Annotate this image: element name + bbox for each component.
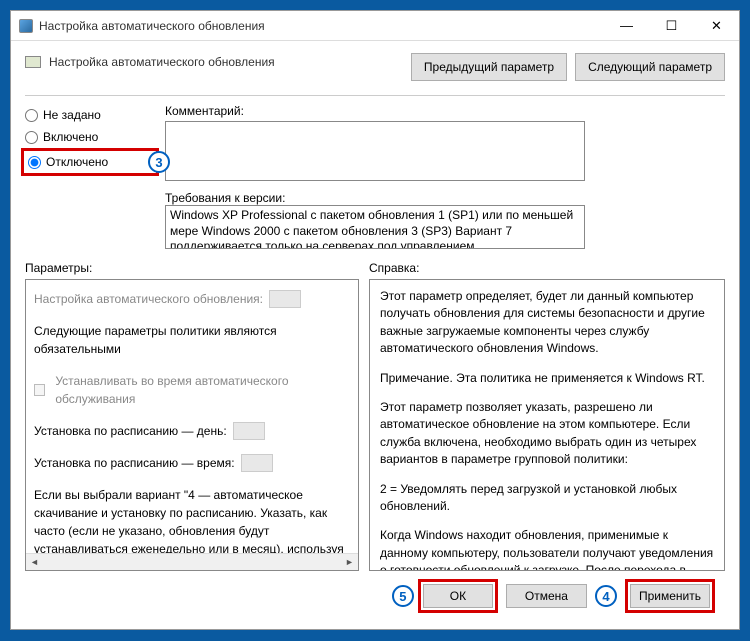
params-panel: Настройка автоматического обновления: Сл… bbox=[25, 279, 359, 571]
comment-label: Комментарий: bbox=[165, 104, 725, 118]
help-text: Этот параметр определяет, будет ли данны… bbox=[370, 280, 724, 571]
radio-not-configured-input[interactable] bbox=[25, 109, 38, 122]
policy-title: Настройка автоматического обновления bbox=[49, 53, 403, 69]
cancel-button[interactable]: Отмена bbox=[506, 584, 587, 608]
callout-3: 3 bbox=[148, 151, 170, 173]
params-note: Следующие параметры политики являются об… bbox=[34, 322, 350, 358]
radio-disabled-input[interactable] bbox=[28, 156, 41, 169]
divider bbox=[25, 95, 725, 96]
minimize-button[interactable]: — bbox=[604, 11, 649, 41]
footer: 5 ОК Отмена 4 Применить bbox=[25, 571, 725, 621]
params-inner: Настройка автоматического обновления: Сл… bbox=[26, 280, 358, 570]
params-h-scrollbar[interactable]: ◄ ► bbox=[26, 553, 358, 570]
main-panels: Настройка автоматического обновления: Сл… bbox=[25, 279, 725, 571]
version-text: Windows XP Professional с пакетом обновл… bbox=[170, 208, 573, 249]
prev-param-button[interactable]: Предыдущий параметр bbox=[411, 53, 567, 81]
title-left: Настройка автоматического обновления bbox=[19, 19, 265, 33]
right-top: Комментарий: Требования к версии: Window… bbox=[165, 104, 725, 249]
install-during-checkbox[interactable] bbox=[34, 384, 45, 396]
params-label: Параметры: bbox=[25, 261, 369, 275]
highlight-disabled-radio: Отключено 3 bbox=[21, 148, 159, 176]
help-p5: Когда Windows находит обновления, примен… bbox=[380, 527, 714, 571]
close-button[interactable]: ✕ bbox=[694, 11, 739, 41]
nav-buttons: Предыдущий параметр Следующий параметр bbox=[411, 53, 725, 81]
state-radios: Не задано Включено Отключено 3 bbox=[25, 104, 155, 249]
radio-enabled-input[interactable] bbox=[25, 131, 38, 144]
highlight-ok: ОК bbox=[418, 579, 498, 613]
next-param-button[interactable]: Следующий параметр bbox=[575, 53, 725, 81]
radio-disabled-label: Отключено bbox=[46, 155, 108, 169]
highlight-apply: Применить bbox=[625, 579, 715, 613]
radio-enabled-label: Включено bbox=[43, 130, 98, 144]
radio-disabled[interactable]: Отключено bbox=[28, 155, 152, 169]
params-header: Настройка автоматического обновления: bbox=[34, 290, 350, 308]
help-p2: Примечание. Эта политика не применяется … bbox=[380, 370, 714, 387]
maximize-button[interactable]: ☐ bbox=[649, 11, 694, 41]
help-panel[interactable]: Этот параметр определяет, будет ли данны… bbox=[369, 279, 725, 571]
ok-button[interactable]: ОК bbox=[423, 584, 493, 608]
policy-icon bbox=[25, 56, 41, 68]
policy-editor-window: Настройка автоматического обновления — ☐… bbox=[10, 10, 740, 630]
version-box[interactable]: Windows XP Professional с пакетом обновл… bbox=[165, 205, 585, 249]
help-p1: Этот параметр определяет, будет ли данны… bbox=[380, 288, 714, 358]
help-label: Справка: bbox=[369, 261, 419, 275]
window-controls: — ☐ ✕ bbox=[604, 11, 739, 41]
top-section: Не задано Включено Отключено 3 Комментар… bbox=[25, 104, 725, 249]
radio-enabled[interactable]: Включено bbox=[25, 130, 155, 144]
scroll-right-icon[interactable]: ► bbox=[341, 554, 358, 571]
param-install-during: Устанавливать во время автоматического о… bbox=[34, 372, 350, 408]
callout-4: 4 bbox=[595, 585, 617, 607]
radio-not-configured-label: Не задано bbox=[43, 108, 101, 122]
version-label: Требования к версии: bbox=[165, 189, 285, 205]
apply-button[interactable]: Применить bbox=[630, 584, 710, 608]
titlebar: Настройка автоматического обновления — ☐… bbox=[11, 11, 739, 41]
callout-5: 5 bbox=[392, 585, 414, 607]
help-p4: 2 = Уведомлять перед загрузкой и установ… bbox=[380, 481, 714, 516]
window-title: Настройка автоматического обновления bbox=[39, 19, 265, 33]
schedule-day-dropdown[interactable] bbox=[233, 422, 265, 440]
scroll-left-icon[interactable]: ◄ bbox=[26, 554, 43, 571]
schedule-time-dropdown[interactable] bbox=[241, 454, 273, 472]
header-row: Настройка автоматического обновления Пре… bbox=[25, 53, 725, 81]
version-row: Требования к версии: bbox=[165, 189, 725, 205]
param-day: Установка по расписанию — день: bbox=[34, 422, 350, 440]
mid-labels: Параметры: Справка: bbox=[25, 261, 725, 275]
param-time: Установка по расписанию — время: bbox=[34, 454, 350, 472]
help-p3: Этот параметр позволяет указать, разреше… bbox=[380, 399, 714, 469]
content-area: Настройка автоматического обновления Пре… bbox=[11, 41, 739, 629]
update-config-dropdown[interactable] bbox=[269, 290, 301, 308]
app-icon bbox=[19, 19, 33, 33]
comment-textarea[interactable] bbox=[165, 121, 585, 181]
radio-not-configured[interactable]: Не задано bbox=[25, 108, 155, 122]
